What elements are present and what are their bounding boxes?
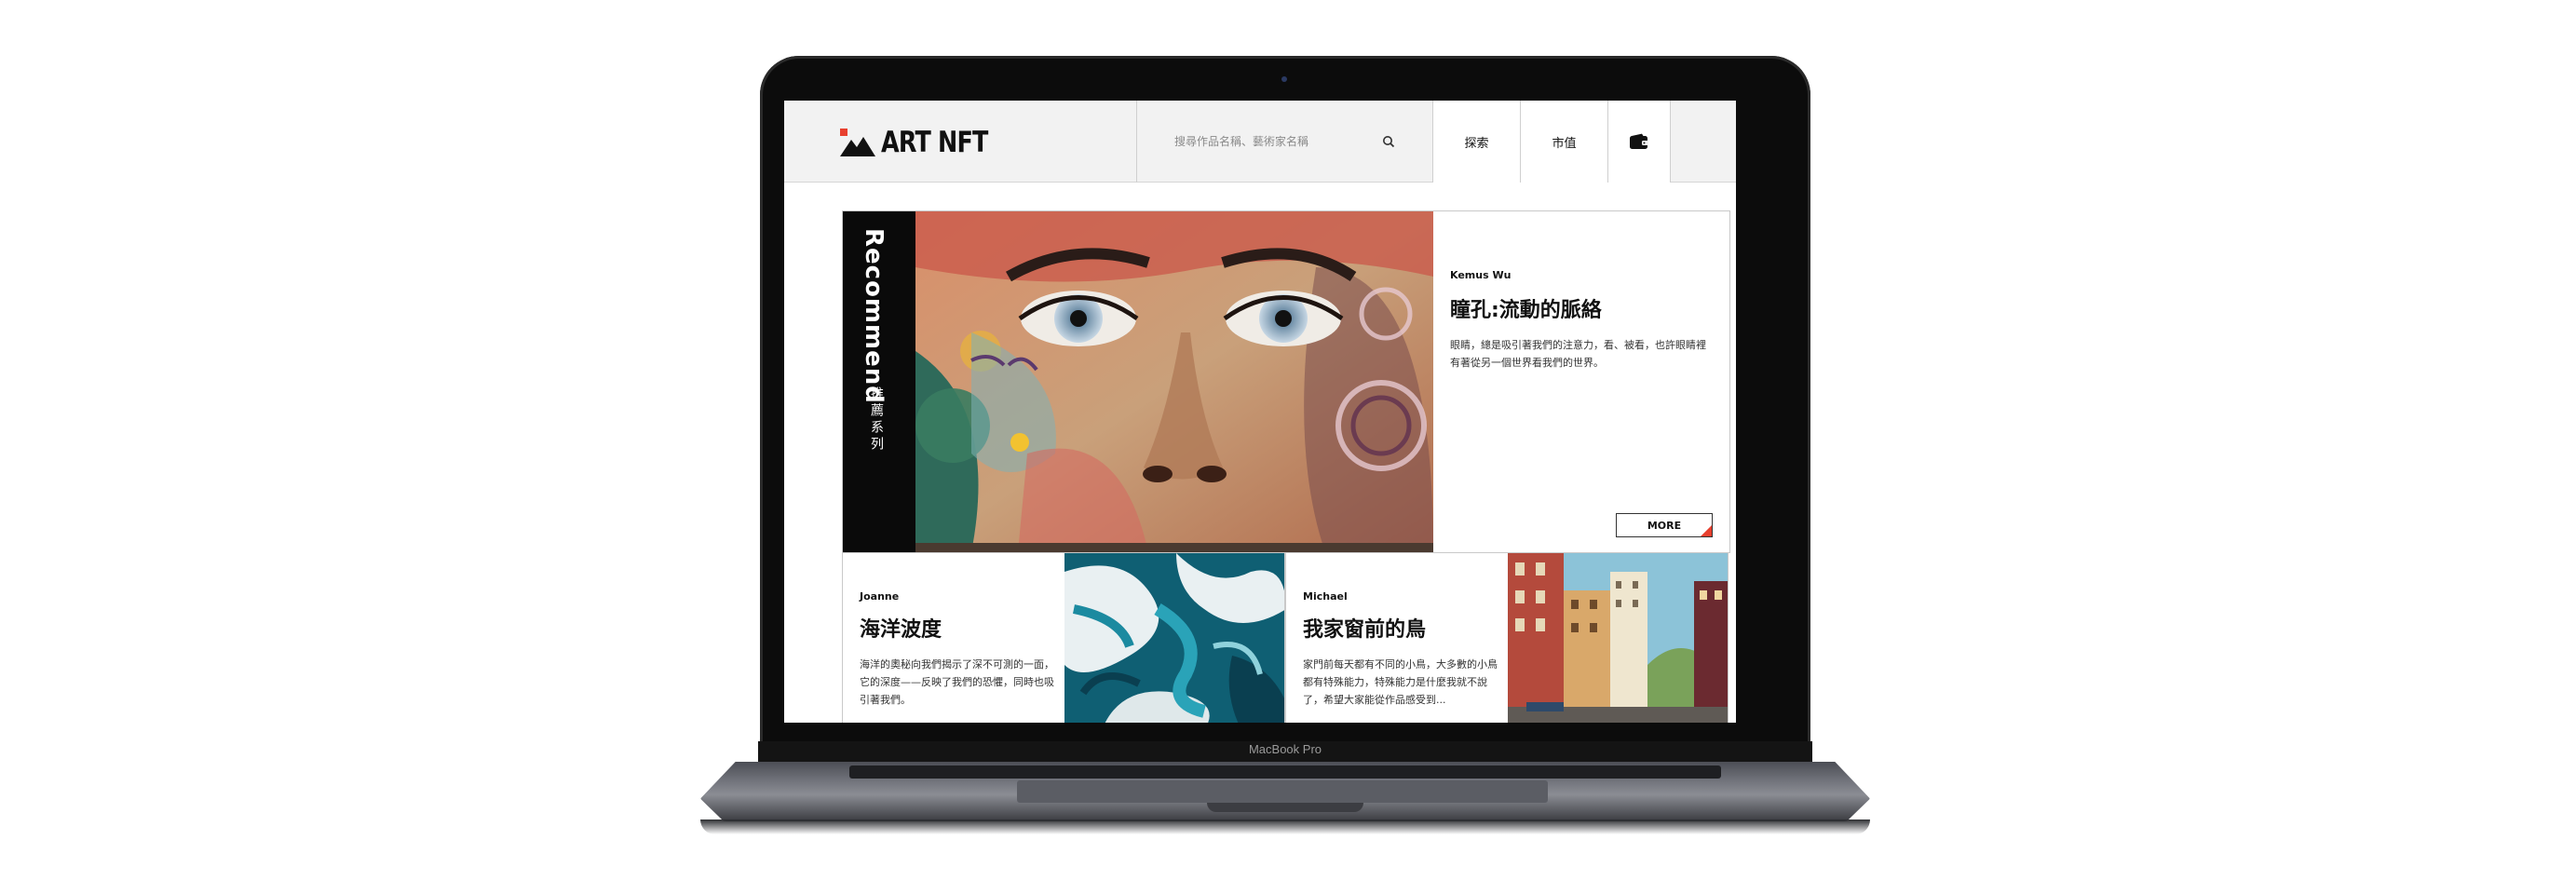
device-label: MacBook Pro <box>1248 742 1322 756</box>
search-box <box>1136 101 1432 183</box>
page: MacBook Pro ART NFT 搜尋作品名稱、藝術家名稱 探索 市值 R… <box>0 0 2576 894</box>
card-artist[interactable]: Joanne <box>860 590 899 603</box>
more-button[interactable]: MORE <box>1616 513 1713 537</box>
logo-text: ART NFT <box>881 126 988 159</box>
laptop-shadow <box>700 820 1870 834</box>
screen: ART NFT 探索 市值 <box>784 101 1736 723</box>
card-artist[interactable]: Michael <box>1303 590 1348 603</box>
nav-market-cap[interactable]: 市值 <box>1520 101 1607 183</box>
laptop-notch <box>1207 803 1363 812</box>
keyboard-edge <box>849 765 1721 779</box>
card-image-ocean-marble[interactable] <box>1064 553 1284 723</box>
card-title[interactable]: 我家窗前的鳥 <box>1303 613 1426 643</box>
card-title[interactable]: 海洋波度 <box>860 613 942 643</box>
camera-dot <box>1281 76 1287 82</box>
wallet-button[interactable] <box>1607 101 1671 183</box>
recommend-title: Recommend <box>860 228 888 404</box>
more-label: MORE <box>1647 519 1682 532</box>
search-icon <box>1383 136 1395 148</box>
corner-triangle-icon <box>1701 525 1712 536</box>
featured-artwork: Recommend 推薦系列 Kemus Wu 瞳孔:流動的脈絡 眼睛，總是吸引… <box>842 210 1730 553</box>
recommend-subtitle: 推薦系列 <box>869 386 884 454</box>
card-image-city-street[interactable] <box>1508 553 1728 723</box>
trackpad-edge <box>1017 780 1548 803</box>
featured-image-eyes-mural[interactable] <box>915 211 1433 552</box>
featured-artist[interactable]: Kemus Wu <box>1450 269 1511 281</box>
header: ART NFT 探索 市值 <box>784 101 1736 183</box>
wallet-icon <box>1630 133 1648 149</box>
card-description: 家門前每天都有不同的小鳥，大多數的小鳥都有特殊能力，特殊能力是什麼我就不說了，希… <box>1303 658 1498 706</box>
search-input[interactable] <box>1174 129 1379 155</box>
nav-explore[interactable]: 探索 <box>1432 101 1520 183</box>
artwork-card[interactable]: Joanne 海洋波度 海洋的奧秘向我們揭示了深不可測的一面，它的深度——反映了… <box>842 553 1285 723</box>
logo[interactable]: ART NFT <box>840 125 1011 160</box>
card-description: 海洋的奧秘向我們揭示了深不可測的一面，它的深度——反映了我們的恐懼，同時也吸引著… <box>860 658 1054 706</box>
featured-title[interactable]: 瞳孔:流動的脈絡 <box>1450 293 1602 323</box>
artwork-card[interactable]: Michael 我家窗前的鳥 家門前每天都有不同的小鳥，大多數的小鳥都有特殊能力… <box>1285 553 1729 723</box>
recommend-band: Recommend 推薦系列 <box>843 211 915 552</box>
search-button[interactable] <box>1376 129 1402 155</box>
logo-mountain-icon <box>840 129 875 156</box>
featured-info: Kemus Wu 瞳孔:流動的脈絡 眼睛，總是吸引著我們的注意力，看、被看，也許… <box>1433 211 1729 552</box>
featured-description: 眼睛，總是吸引著我們的注意力，看、被看，也許眼睛裡有著從另一個世界看我們的世界。 <box>1450 339 1706 369</box>
